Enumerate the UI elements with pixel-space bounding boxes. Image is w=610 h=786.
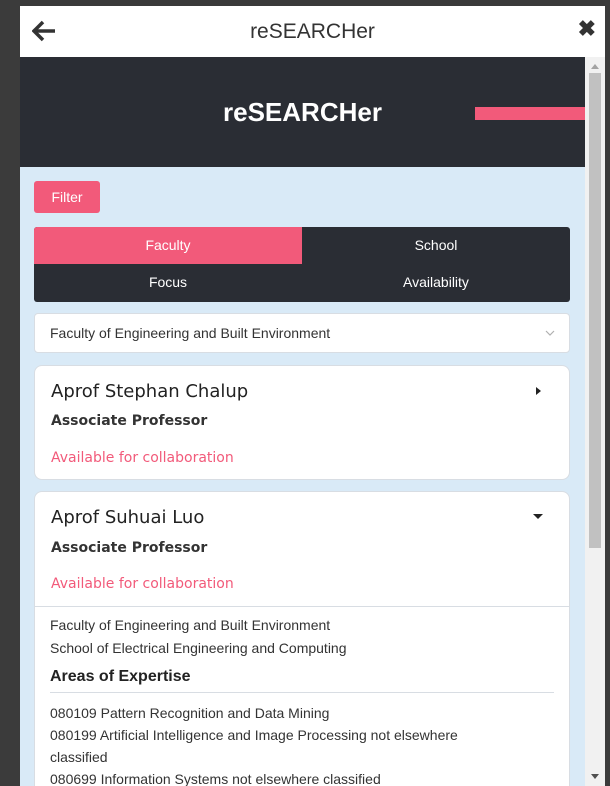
window-title: reSEARCHer <box>250 20 375 43</box>
scrollbar-thumb[interactable] <box>589 73 601 548</box>
vertical-scrollbar[interactable] <box>585 57 605 786</box>
researcher-faculty: Faculty of Engineering and Built Environ… <box>50 617 331 633</box>
researcher-role: Associate Professor <box>51 413 208 429</box>
researcher-role: Associate Professor <box>51 540 208 556</box>
filter-button[interactable]: Filter <box>34 181 100 213</box>
researcher-name: Aprof Suhuai Luo <box>51 507 205 528</box>
filter-tabs: Faculty School Focus Availability <box>34 227 570 302</box>
researcher-name: Aprof Stephan Chalup <box>51 381 249 402</box>
result-card[interactable]: Aprof Stephan Chalup Associate Professor… <box>34 365 570 480</box>
expertise-divider <box>50 692 554 693</box>
main-content: reSEARCHer Filter Faculty School Focus A… <box>20 57 585 786</box>
header-banner: reSEARCHer <box>20 57 585 167</box>
availability-status: Available for collaboration <box>51 450 234 466</box>
tab-availability[interactable]: Availability <box>302 264 570 301</box>
scroll-up-arrow-icon[interactable] <box>591 64 599 69</box>
background-right-edge <box>605 0 610 786</box>
availability-status: Available for collaboration <box>51 576 234 592</box>
expertise-item: 080699 Information Systems not elsewhere… <box>50 771 381 786</box>
tab-faculty[interactable]: Faculty <box>34 227 302 264</box>
card-divider <box>35 606 569 607</box>
title-bar: reSEARCHer ✖ <box>20 6 605 57</box>
close-icon[interactable]: ✖ <box>578 17 596 41</box>
expertise-item: 080199 Artificial Intelligence and Image… <box>50 727 458 743</box>
app-window: reSEARCHer ✖ reSEARCHer Filter Faculty S… <box>20 6 605 786</box>
scroll-down-arrow-icon[interactable] <box>591 774 599 779</box>
faculty-select-value: Faculty of Engineering and Built Environ… <box>50 325 331 341</box>
chevron-down-icon <box>545 330 555 336</box>
faculty-select[interactable]: Faculty of Engineering and Built Environ… <box>34 313 570 353</box>
caret-right-icon[interactable] <box>536 387 541 395</box>
background-left-edge <box>0 0 20 786</box>
tab-focus[interactable]: Focus <box>34 264 302 301</box>
expertise-item: 080109 Pattern Recognition and Data Mini… <box>50 705 330 721</box>
caret-down-icon[interactable] <box>533 514 543 519</box>
banner-accent-bar <box>475 107 585 120</box>
researcher-school: School of Electrical Engineering and Com… <box>50 640 347 656</box>
expertise-heading: Areas of Expertise <box>50 668 191 685</box>
tab-school[interactable]: School <box>302 227 570 264</box>
result-card[interactable]: Aprof Suhuai Luo Associate Professor Ava… <box>34 491 570 786</box>
arrow-left-icon[interactable] <box>32 20 56 42</box>
expertise-item: classified <box>50 749 108 765</box>
